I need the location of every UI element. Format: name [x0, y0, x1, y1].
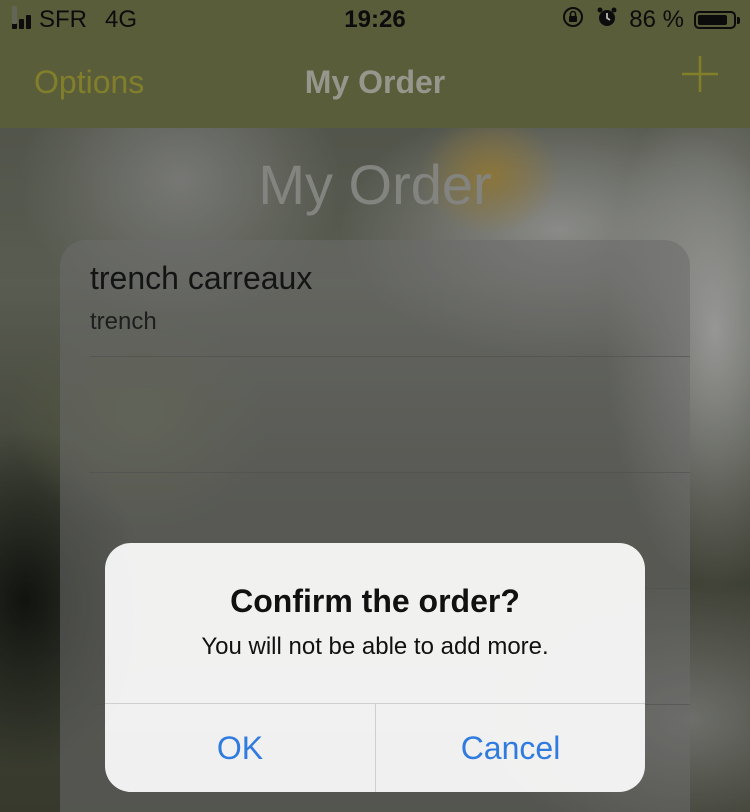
cancel-button[interactable]: Cancel — [376, 704, 645, 792]
alert-title: Confirm the order? — [230, 583, 520, 619]
screen: SFR 4G 19:26 86 % Options My Order My Or… — [0, 0, 750, 812]
alert-message: You will not be able to add more. — [201, 633, 549, 660]
ok-button[interactable]: OK — [105, 704, 375, 792]
confirm-alert: Confirm the order? You will not be able … — [105, 543, 645, 792]
